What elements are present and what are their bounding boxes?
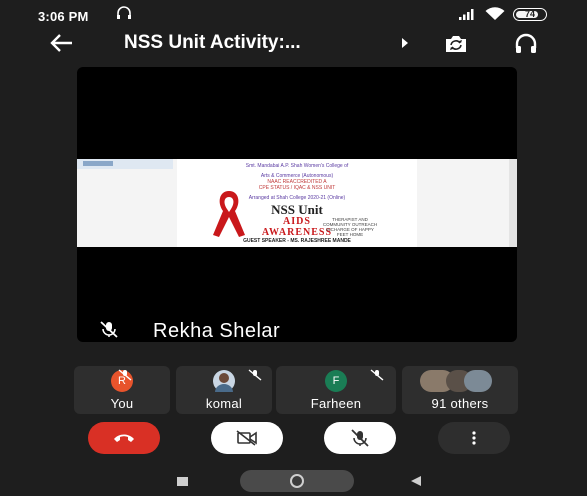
- participant-tile-komal[interactable]: komal: [176, 366, 272, 414]
- poster: Smt. Mandabai A.P. Shah Women's College …: [177, 159, 417, 247]
- poster-role-line: FEET HOME: [336, 232, 364, 237]
- screen-toolbar: [77, 159, 173, 169]
- shared-screen: Smt. Mandabai A.P. Shah Women's College …: [77, 159, 517, 247]
- participant-name: komal: [205, 396, 243, 411]
- status-bar: 3:06 PM 74: [0, 0, 587, 26]
- switch-camera-icon[interactable]: [442, 33, 470, 55]
- mic-toggle-button[interactable]: [324, 422, 396, 454]
- red-ribbon-icon: [213, 191, 245, 237]
- avatar: [213, 370, 235, 392]
- back-arrow-icon[interactable]: [48, 32, 74, 54]
- participant-name: You: [110, 396, 134, 411]
- more-options-button[interactable]: [438, 422, 510, 454]
- presenter-name: Rekha Shelar: [153, 320, 281, 342]
- participant-name: 91 others: [431, 396, 489, 411]
- wifi-icon: [485, 7, 505, 20]
- participant-tile-farheen[interactable]: F Farheen: [276, 366, 396, 414]
- system-nav-bar: [0, 466, 587, 496]
- end-call-button[interactable]: [88, 422, 160, 454]
- poster-header-line: Smt. Mandabai A.P. Shah Women's College …: [245, 163, 349, 169]
- end-call-icon: [114, 434, 134, 442]
- poster-guest: GUEST SPEAKER - MS. RAJESHREE MANDE: [243, 238, 351, 244]
- mic-off-icon: [100, 321, 118, 338]
- battery-icon: 74: [513, 7, 547, 21]
- call-controls: [0, 422, 587, 456]
- mic-off-icon: [351, 429, 369, 447]
- participant-tile-you[interactable]: R You: [74, 366, 170, 414]
- avatar: [464, 370, 492, 392]
- participant-name: Farheen: [310, 396, 362, 411]
- camera-off-icon: [236, 430, 257, 446]
- participant-tile-others[interactable]: 91 others: [402, 366, 518, 414]
- avatar-group: [420, 370, 496, 392]
- screen-scrollbar: [509, 159, 517, 247]
- meeting-header: NSS Unit Activity:...: [0, 26, 587, 62]
- status-icons: 74: [459, 6, 547, 22]
- home-icon: [290, 474, 304, 488]
- avatar-initial: F: [332, 375, 340, 387]
- back-triangle-icon[interactable]: [410, 475, 422, 487]
- more-vert-icon: [472, 431, 476, 445]
- recents-icon[interactable]: [177, 477, 188, 486]
- mic-off-icon: [248, 369, 262, 381]
- avatar: F: [325, 370, 347, 392]
- meeting-title[interactable]: NSS Unit Activity:...: [124, 32, 394, 54]
- poster-roles: THERAPIST AND COMMUNITY OUTREACH INCHARG…: [305, 217, 395, 237]
- status-time: 3:06 PM: [38, 9, 89, 24]
- person-photo-icon: [215, 373, 233, 392]
- main-video-tile[interactable]: Smt. Mandabai A.P. Shah Women's College …: [77, 67, 517, 342]
- headset-icon: [117, 6, 131, 19]
- signal-icon: [459, 9, 474, 20]
- home-button[interactable]: [240, 470, 354, 492]
- mic-off-icon: [370, 369, 384, 381]
- participant-strip: R You komal F Farheen 91 others: [0, 366, 587, 414]
- mic-off-icon: [118, 369, 132, 381]
- caret-right-icon[interactable]: [400, 36, 410, 50]
- headphones-icon[interactable]: [514, 33, 538, 55]
- camera-toggle-button[interactable]: [211, 422, 283, 454]
- battery-level: 74: [524, 9, 535, 19]
